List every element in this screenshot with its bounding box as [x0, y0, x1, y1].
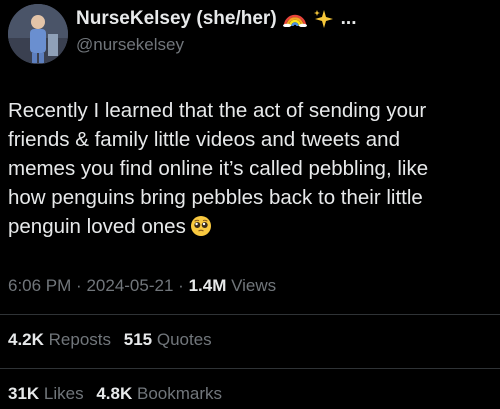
tweet-time[interactable]: 6:06 PM	[8, 276, 71, 295]
avatar[interactable]	[8, 4, 68, 64]
likes-bookmarks-row: 31K Likes 4.8K Bookmarks	[8, 384, 222, 404]
tweet-date[interactable]: 2024-05-21	[86, 276, 173, 295]
likes-stat[interactable]: 31K Likes	[8, 384, 84, 403]
bookmarks-label: Bookmarks	[137, 384, 223, 403]
likes-count: 31K	[8, 384, 40, 403]
bookmarks-count: 4.8K	[96, 384, 133, 403]
rainbow-icon	[282, 11, 307, 27]
tweet-text-line: how penguins bring pebbles back to their…	[8, 186, 423, 209]
tweet-text-line-last: penguin loved ones	[8, 212, 494, 245]
meta-separator: ·	[178, 276, 184, 295]
likes-label: Likes	[43, 384, 84, 403]
profile-photo-icon	[8, 4, 68, 64]
display-name[interactable]: NurseKelsey (she/her)	[76, 8, 277, 30]
divider	[0, 368, 500, 369]
bookmarks-stat[interactable]: 4.8K Bookmarks	[96, 384, 222, 403]
divider	[0, 314, 500, 315]
sparkles-icon	[313, 9, 335, 29]
author-name-row[interactable]: NurseKelsey (she/her) ...	[76, 8, 357, 30]
tweet-text-line: Recently I learned that the act of sendi…	[8, 99, 427, 122]
reposts-quotes-row: 4.2K Reposts 515 Quotes	[8, 330, 212, 350]
tweet-text: Recently I learned that the act of sendi…	[8, 96, 494, 245]
quotes-stat[interactable]: 515 Quotes	[124, 330, 212, 349]
quotes-count: 515	[123, 330, 153, 349]
views-count: 1.4M	[188, 276, 227, 295]
tweet-text-line: memes you find online it’s called pebbli…	[8, 157, 429, 180]
tweet-text-line: friends & family little videos and tweet…	[8, 128, 400, 151]
tweet-meta: 6:06 PM · 2024-05-21 · 1.4M Views	[8, 276, 276, 296]
author-handle[interactable]: @nursekelsey	[76, 35, 184, 55]
tweet-text-line-content: penguin loved ones	[8, 215, 186, 238]
reposts-stat[interactable]: 4.2K Reposts	[8, 330, 111, 349]
meta-separator: ·	[76, 276, 82, 295]
pleading-face-icon	[190, 215, 212, 245]
reposts-label: Reposts	[48, 330, 112, 349]
tweet-card: NurseKelsey (she/her) ... @nursekelsey R…	[0, 0, 500, 409]
quotes-label: Quotes	[156, 330, 212, 349]
name-overflow-ellipsis: ...	[340, 8, 357, 29]
reposts-count: 4.2K	[8, 330, 44, 349]
views-label: Views	[231, 276, 277, 295]
